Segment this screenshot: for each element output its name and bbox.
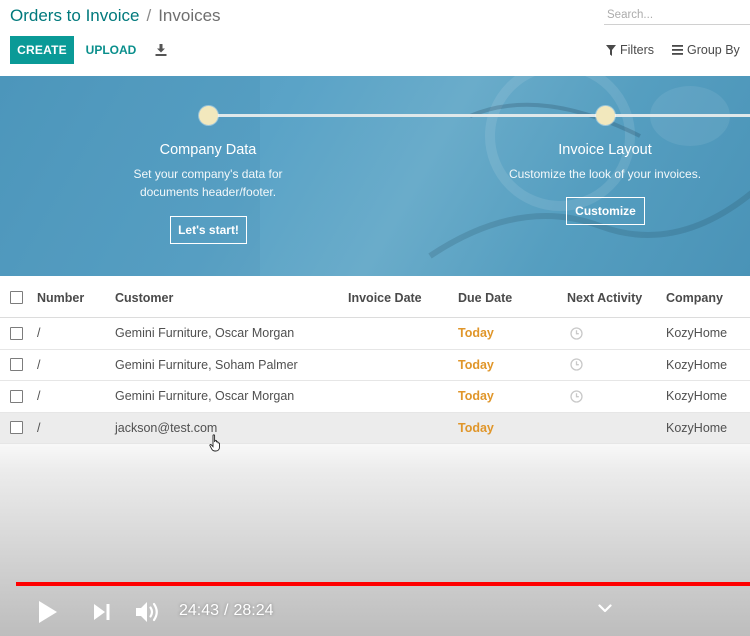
activity-clock-icon[interactable] <box>567 350 583 381</box>
table-row[interactable]: / Gemini Furniture, Oscar Morgan Today K… <box>0 318 750 350</box>
upload-button[interactable]: UPLOAD <box>80 36 142 64</box>
invoice-list-table: Number Customer Invoice Date Due Date Ne… <box>0 278 750 444</box>
expand-button[interactable] <box>596 600 614 616</box>
volume-icon <box>136 602 158 622</box>
next-button[interactable] <box>90 600 114 624</box>
step-company-data: Company Data Set your company's data for… <box>108 142 308 201</box>
create-button[interactable]: CREATE <box>10 36 74 64</box>
filters-button[interactable]: Filters <box>606 40 654 60</box>
cell-number: / <box>37 326 41 341</box>
step-description-line: Customize the look of your invoices. <box>508 167 702 181</box>
time-display: 24:43 / 28:24 <box>179 602 274 620</box>
table-row[interactable]: / Gemini Furniture, Soham Palmer Today K… <box>0 350 750 381</box>
row-checkbox[interactable] <box>10 326 23 340</box>
cell-customer: jackson@test.com <box>115 420 218 435</box>
cell-company: KozyHome <box>666 420 728 435</box>
cell-number: / <box>37 420 41 435</box>
onboarding-banner: Company Data Set your company's data for… <box>0 76 750 276</box>
cell-number: / <box>37 357 41 372</box>
download-button[interactable] <box>150 38 172 62</box>
play-button[interactable] <box>34 598 62 626</box>
customize-button[interactable]: Customize <box>566 197 645 225</box>
column-header-due-date[interactable]: Due Date <box>458 278 512 317</box>
current-time: 24:43 <box>179 602 220 619</box>
step-dot-invoice-layout <box>596 106 615 125</box>
row-checkbox[interactable] <box>10 358 23 372</box>
column-header-customer[interactable]: Customer <box>115 278 173 317</box>
search-input[interactable] <box>604 5 750 25</box>
select-all-checkbox[interactable] <box>10 291 23 304</box>
cell-customer: Gemini Furniture, Oscar Morgan <box>115 389 295 404</box>
column-header-company[interactable]: Company <box>666 278 723 317</box>
bars-icon <box>672 45 683 55</box>
step-description: Customize the look of your invoices. <box>495 165 715 183</box>
step-invoice-layout: Invoice Layout Customize the look of you… <box>495 142 715 183</box>
group-by-label: Group By <box>687 43 740 57</box>
volume-button[interactable] <box>134 597 164 627</box>
video-progress-bar[interactable] <box>16 582 750 586</box>
cell-due-date: Today <box>458 389 494 404</box>
step-description-line: documents header/footer. <box>139 185 277 199</box>
hand-pointer-cursor-icon <box>209 434 220 452</box>
duration: 28:24 <box>233 602 274 619</box>
activity-clock-icon[interactable] <box>567 381 583 412</box>
time-separator: / <box>224 602 229 619</box>
filters-label: Filters <box>620 43 655 57</box>
row-checkbox[interactable] <box>10 389 23 403</box>
column-header-number[interactable]: Number <box>37 278 84 317</box>
table-row[interactable]: / jackson@test.com Today KozyHome <box>0 412 750 444</box>
filter-icon <box>606 44 616 56</box>
table-row[interactable]: / Gemini Furniture, Oscar Morgan Today K… <box>0 381 750 413</box>
skip-next-icon <box>94 604 110 620</box>
cell-due-date: Today <box>458 357 494 372</box>
onboarding-progress-line <box>208 114 750 117</box>
cell-due-date: Today <box>458 420 494 435</box>
breadcrumb-parent-link[interactable]: Orders to Invoice <box>10 6 139 26</box>
cell-customer: Gemini Furniture, Soham Palmer <box>115 357 298 372</box>
column-header-next-activity[interactable]: Next Activity <box>567 278 642 317</box>
table-header-row: Number Customer Invoice Date Due Date Ne… <box>0 278 750 318</box>
step-dot-company-data <box>199 106 218 125</box>
cell-number: / <box>37 389 41 404</box>
breadcrumb-separator: / <box>146 6 152 25</box>
row-checkbox[interactable] <box>10 421 23 435</box>
column-header-invoice-date[interactable]: Invoice Date <box>348 278 422 317</box>
breadcrumb-current: Invoices <box>158 6 221 25</box>
download-icon <box>155 44 167 56</box>
lets-start-button[interactable]: Let's start! <box>170 216 247 244</box>
cell-company: KozyHome <box>666 389 728 404</box>
play-icon <box>39 601 57 623</box>
step-title: Company Data <box>159 142 257 158</box>
cell-customer: Gemini Furniture, Oscar Morgan <box>115 326 295 341</box>
step-description-line: Set your company's data for <box>133 167 283 181</box>
cell-company: KozyHome <box>666 357 728 372</box>
cell-due-date: Today <box>458 326 494 341</box>
group-by-button[interactable]: Group By <box>672 40 740 60</box>
breadcrumb: Orders to Invoice / Invoices <box>10 4 221 28</box>
chevron-down-icon <box>598 603 612 612</box>
step-title: Invoice Layout <box>558 142 652 158</box>
cell-company: KozyHome <box>666 326 728 341</box>
activity-clock-icon[interactable] <box>567 318 583 349</box>
step-description: Set your company's data for documents he… <box>108 165 308 201</box>
